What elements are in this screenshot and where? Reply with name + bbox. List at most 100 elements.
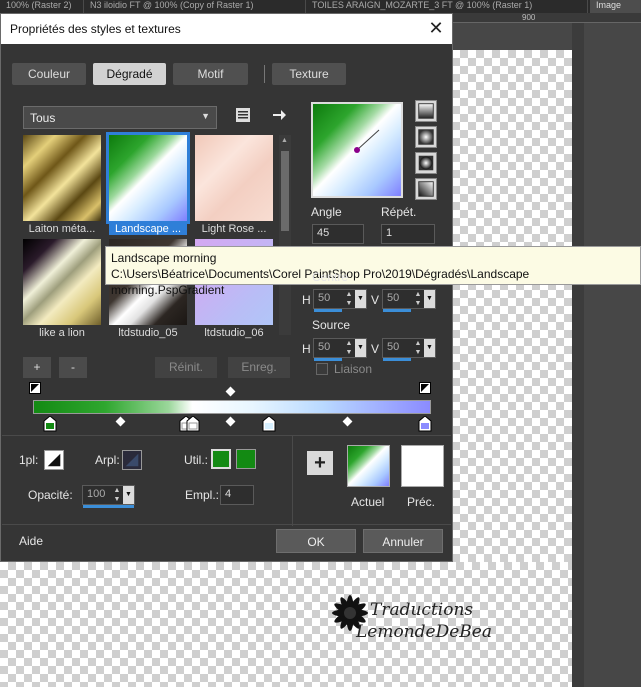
thumb-label: Landscape ... (109, 223, 187, 235)
link-checkbox[interactable] (316, 363, 328, 375)
dialog-titlebar[interactable]: Propriétés des styles et textures ✕ (1, 14, 452, 44)
spin-arrows-icon[interactable]: ▲ ▼ (413, 290, 423, 308)
source-v-bar (383, 358, 411, 361)
gradient-preview[interactable] (311, 102, 403, 198)
category-dropdown[interactable]: Tous ▼ (23, 106, 217, 129)
gradient-thumb-landscape[interactable]: Landscape ... (106, 132, 190, 235)
category-value: Tous (30, 111, 56, 125)
gradient-style-radial-icon[interactable] (415, 152, 437, 174)
document-tab-active[interactable]: Image (590, 0, 641, 13)
chevron-down-icon[interactable]: ▼ (355, 339, 366, 357)
centre-h-label: H (302, 293, 311, 307)
add-to-swatches-button[interactable]: + (307, 451, 333, 475)
color-stop-green-icon[interactable] (43, 416, 57, 432)
horizontal-ruler: 900 (452, 13, 641, 23)
arrow-right-icon[interactable] (270, 106, 288, 124)
thumb-image (23, 135, 101, 221)
chevron-down-icon[interactable]: ▼ (355, 290, 366, 308)
centre-v-bar (383, 309, 411, 312)
save-gradient-button[interactable]: Enreg. (228, 357, 290, 378)
angle-label: Angle (311, 205, 342, 219)
gradient-thumb-light-rose[interactable]: Light Rose ... (195, 135, 273, 235)
scroll-up-icon[interactable]: ▲ (281, 137, 288, 144)
link-label: Liaison (334, 362, 373, 376)
stop-color-swatch-alt[interactable] (236, 449, 256, 469)
remove-stop-button[interactable]: - (59, 357, 87, 378)
angle-value: 45 (317, 227, 330, 239)
spin-arrows-icon[interactable]: ▲ ▼ (413, 339, 423, 357)
color-midpoint-marker[interactable] (225, 416, 236, 427)
color-stop-blue-icon[interactable] (418, 416, 432, 432)
opacity-stop-start-icon[interactable] (29, 382, 41, 394)
spin-arrows-icon[interactable]: ▲ ▼ (344, 290, 354, 308)
util-label: Util.: (184, 453, 208, 467)
gallery-scrollbar[interactable]: ▲ (279, 135, 291, 335)
thumb-image (23, 239, 101, 325)
spin-arrows-icon[interactable]: ▲ ▼ (112, 486, 122, 504)
document-tab[interactable]: N3 iloidio FT @ 100% (Copy of Raster 1) (84, 0, 306, 13)
thumb-label: like a lion (39, 327, 85, 339)
gradient-thumb-like-a-lion[interactable]: like a lion (23, 239, 101, 339)
tab-degrade[interactable]: Dégradé (93, 63, 166, 85)
thumb-label: ltdstudio_05 (118, 327, 178, 339)
opacity-stop-end-icon[interactable] (419, 382, 431, 394)
ok-button[interactable]: OK (276, 529, 356, 553)
centre-v-spinner[interactable]: 50 ▲ ▼ ▼ (382, 289, 436, 312)
gradient-style-linear-icon[interactable] (415, 100, 437, 122)
color-stop-white-icon[interactable] (186, 416, 200, 432)
opacity-bar (83, 505, 134, 508)
document-tab-bar: 100% (Raster 2) N3 iloidio FT @ 100% (Co… (0, 0, 641, 13)
foreground-stop-icon[interactable] (44, 450, 64, 470)
centre-h-bar (314, 309, 342, 312)
close-icon[interactable]: ✕ (426, 18, 446, 38)
centre-v-value: 50 (387, 292, 400, 304)
add-stop-button[interactable]: + (23, 357, 51, 378)
stop-color-swatch[interactable] (211, 449, 231, 469)
opacity-midpoint-marker[interactable] (225, 386, 236, 397)
tab-texture[interactable]: Texture (272, 63, 346, 85)
thumb-label: ltdstudio_06 (204, 327, 264, 339)
location-input[interactable]: 4 (220, 485, 254, 505)
reset-button[interactable]: Réinit. (155, 357, 217, 378)
help-link[interactable]: Aide (19, 534, 43, 548)
color-midpoint-marker[interactable] (115, 416, 126, 427)
chevron-down-icon[interactable]: ▼ (424, 290, 435, 308)
gradient-thumb-laiton[interactable]: Laiton méta... (23, 135, 101, 235)
color-stop-lightblue-icon[interactable] (262, 416, 276, 432)
cancel-button[interactable]: Annuler (363, 529, 443, 553)
thumb-image (195, 135, 273, 221)
opacity-spinner[interactable]: 100 ▲ ▼ ▼ (82, 485, 135, 508)
document-tab[interactable]: TOILES ARAIGN_MOZARTE_3 FT @ 100% (Raste… (306, 0, 588, 13)
gallery-scroll-thumb[interactable] (281, 151, 289, 231)
centre-h-spinner[interactable]: 50 ▲ ▼ ▼ (313, 289, 367, 312)
watermark-logo: Traductions LemondeDeBea (326, 590, 492, 650)
tab-couleur[interactable]: Couleur (12, 63, 86, 85)
watermark-line1: Traductions (370, 600, 474, 620)
document-tab[interactable]: 100% (Raster 2) (0, 0, 84, 13)
spin-arrows-icon[interactable]: ▲ ▼ (344, 339, 354, 357)
source-h-spinner[interactable]: 50 ▲ ▼ ▼ (313, 338, 367, 361)
previous-gradient-swatch[interactable] (401, 445, 444, 487)
color-midpoint-marker[interactable] (342, 416, 353, 427)
tab-motif[interactable]: Motif (173, 63, 248, 85)
gradient-bar[interactable] (33, 400, 431, 414)
source-v-spinner[interactable]: 50 ▲ ▼ ▼ (382, 338, 436, 361)
gallery-view-icon[interactable] (234, 106, 252, 124)
current-gradient-swatch[interactable] (347, 445, 390, 487)
dialog-title: Propriétés des styles et textures (10, 22, 181, 36)
opacity-label: Opacité: (28, 488, 73, 502)
repeat-spinner[interactable]: 1 (381, 224, 435, 244)
chevron-down-icon[interactable]: ▼ (424, 339, 435, 357)
divider (2, 435, 451, 436)
arpl-label: Arpl: (95, 453, 120, 467)
canvas-vertical-scrollbar[interactable] (572, 23, 584, 687)
background-stop-icon[interactable] (122, 450, 142, 470)
repeat-label: Répét. (381, 205, 417, 219)
thumb-image (106, 132, 190, 224)
gradient-style-sunburst-icon[interactable] (415, 178, 437, 200)
chevron-down-icon[interactable]: ▼ (123, 486, 134, 504)
source-v-value: 50 (387, 341, 400, 353)
angle-spinner[interactable]: 45 (312, 224, 364, 244)
gradient-style-rect-icon[interactable] (415, 126, 437, 148)
location-value: 4 (225, 488, 232, 500)
